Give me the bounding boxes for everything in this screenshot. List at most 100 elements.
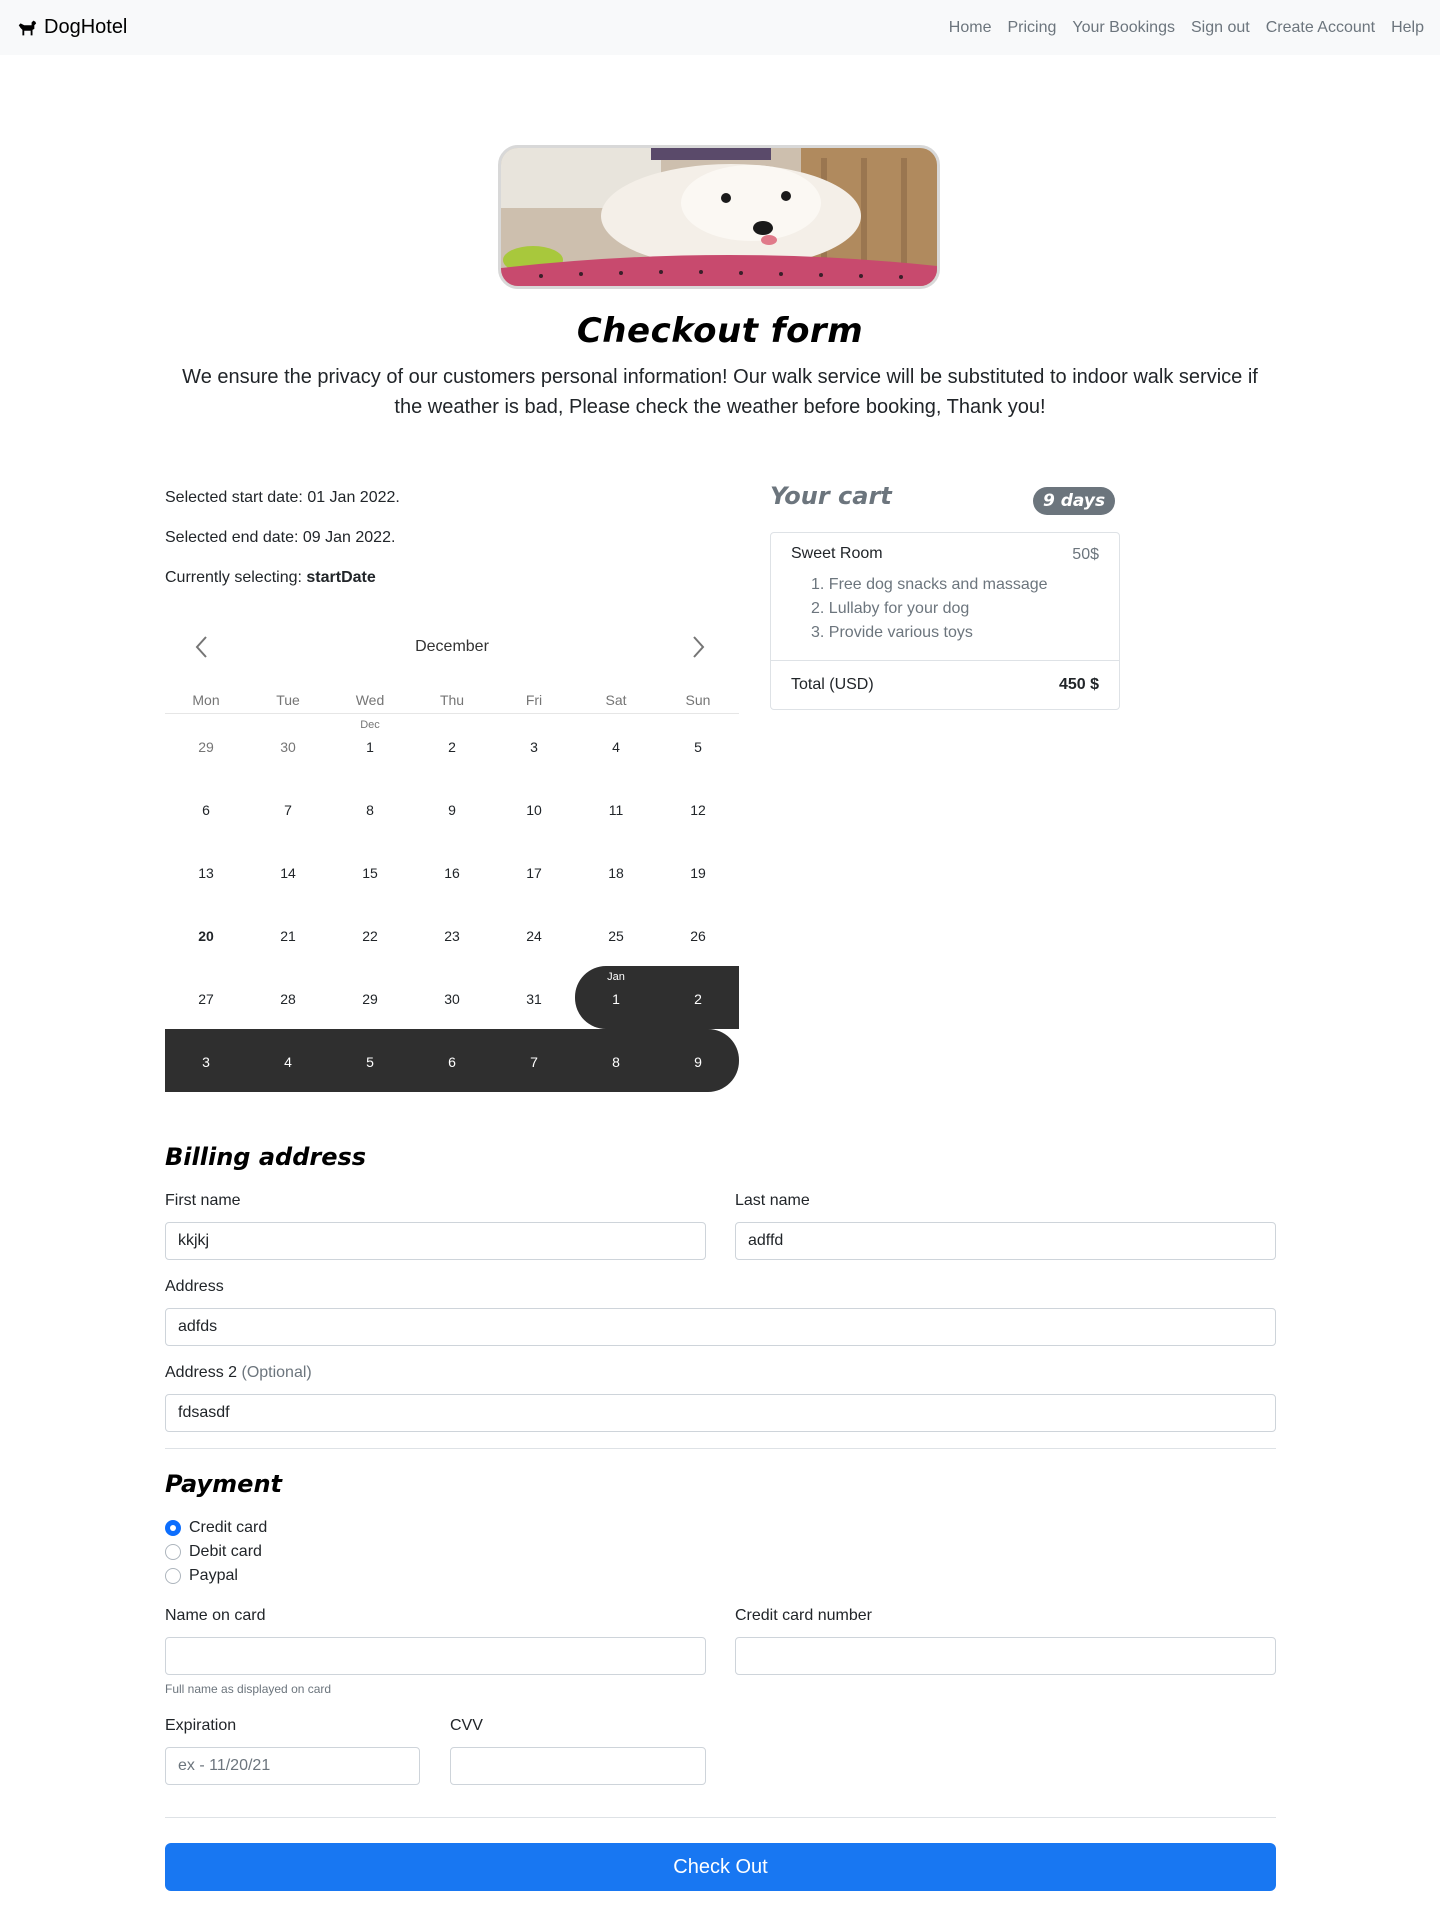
calendar-day[interactable]: 2 xyxy=(411,714,493,777)
payment-method-credit-card[interactable]: Credit card xyxy=(165,1519,267,1537)
date-range-calendar: December Mon Tue Wed Thu Fri Sat Sun 29 3… xyxy=(165,622,739,1092)
first-name-input[interactable] xyxy=(165,1222,706,1260)
calendar-day-number: 26 xyxy=(690,928,706,944)
calendar-day[interactable]: 22 xyxy=(329,903,411,966)
expiration-label: Expiration xyxy=(165,1717,237,1734)
payment-method-debit-card[interactable]: Debit card xyxy=(165,1543,262,1561)
cart-days-badge: 9 days xyxy=(1033,487,1116,515)
calendar-day[interactable]: 21 xyxy=(247,903,329,966)
weekday-label: Mon xyxy=(192,692,220,708)
calendar-day[interactable]: 6 xyxy=(411,1029,493,1092)
calendar-day[interactable]: 26 xyxy=(657,903,739,966)
calendar-day[interactable]: 4 xyxy=(575,714,657,777)
credit-card-number-input[interactable] xyxy=(735,1637,1276,1675)
calendar-day[interactable]: 29 xyxy=(329,966,411,1029)
calendar-day[interactable]: Dec 1 xyxy=(329,714,411,777)
calendar-day[interactable]: 18 xyxy=(575,840,657,903)
selected-start-date: Selected start date: 01 Jan 2022. xyxy=(165,489,400,507)
calendar-day[interactable]: 5 xyxy=(657,714,739,777)
navbar: DogHotel Home Pricing Your Bookings Sign… xyxy=(0,0,1440,55)
calendar-day[interactable]: 16 xyxy=(411,840,493,903)
expiration-input[interactable] xyxy=(165,1747,420,1785)
calendar-header: December xyxy=(165,622,739,672)
calendar-day[interactable]: 14 xyxy=(247,840,329,903)
calendar-day[interactable]: 28 xyxy=(247,966,329,1029)
nav-link-create-account[interactable]: Create Account xyxy=(1266,19,1375,37)
calendar-day[interactable]: 10 xyxy=(493,777,575,840)
calendar-day[interactable]: 17 xyxy=(493,840,575,903)
hero-dog-photo xyxy=(498,145,940,289)
nav-link-help[interactable]: Help xyxy=(1391,19,1424,37)
cart-item-price: 50$ xyxy=(1072,546,1099,563)
calendar-day[interactable]: 15 xyxy=(329,840,411,903)
checkout-button[interactable]: Check Out xyxy=(165,1843,1276,1891)
weekday-label: Tue xyxy=(276,692,300,708)
cvv-input[interactable] xyxy=(450,1747,706,1785)
calendar-day[interactable]: 8 xyxy=(575,1029,657,1092)
payment-method-paypal[interactable]: Paypal xyxy=(165,1567,238,1585)
nav-links: Home Pricing Your Bookings Sign out Crea… xyxy=(949,19,1424,37)
selecting-prefix: Currently selecting: xyxy=(165,569,307,586)
weekday-label: Sun xyxy=(685,692,711,708)
nav-link-pricing[interactable]: Pricing xyxy=(1007,19,1056,37)
calendar-day-number: 15 xyxy=(362,865,378,881)
nav-link-sign-out[interactable]: Sign out xyxy=(1191,19,1250,37)
address2-input[interactable] xyxy=(165,1394,1276,1432)
address-input[interactable] xyxy=(165,1308,1276,1346)
calendar-day-number: 2 xyxy=(694,991,702,1007)
calendar-day[interactable]: 13 xyxy=(165,840,247,903)
calendar-day[interactable]: 23 xyxy=(411,903,493,966)
dog-icon xyxy=(18,20,37,35)
brand-link[interactable]: DogHotel xyxy=(16,16,127,39)
calendar-day-number: 3 xyxy=(530,739,538,755)
calendar-day[interactable]: 30 xyxy=(411,966,493,1029)
weekday-label: Thu xyxy=(439,692,465,708)
selecting-value: startDate xyxy=(306,569,376,586)
last-name-label: Last name xyxy=(735,1192,810,1209)
page-lead-text: We ensure the privacy of our customers p… xyxy=(182,366,1258,418)
chevron-left-icon[interactable] xyxy=(189,634,215,660)
calendar-day[interactable]: 5 xyxy=(329,1029,411,1092)
calendar-day[interactable]: 25 xyxy=(575,903,657,966)
calendar-day[interactable]: 20 xyxy=(165,903,247,966)
name-on-card-input[interactable] xyxy=(165,1637,706,1675)
calendar-day[interactable]: 7 xyxy=(493,1029,575,1092)
last-name-input[interactable] xyxy=(735,1222,1276,1260)
radio-checked-icon[interactable] xyxy=(165,1520,181,1536)
calendar-day[interactable]: 9 xyxy=(657,1029,739,1092)
calendar-day[interactable]: 3 xyxy=(165,1029,247,1092)
calendar-day[interactable]: 24 xyxy=(493,903,575,966)
calendar-day[interactable]: 4 xyxy=(247,1029,329,1092)
calendar-day[interactable]: 19 xyxy=(657,840,739,903)
calendar-day-number: 18 xyxy=(608,865,624,881)
chevron-right-icon[interactable] xyxy=(685,634,711,660)
calendar-day-number: 4 xyxy=(612,739,620,755)
calendar-days-grid: 29 30 Dec 1 2 3 4 5 6 7 8 9 10 11 12 13 14 15 16 17 18 19 20 21… xyxy=(165,714,739,1092)
calendar-day-number: 1 xyxy=(366,739,374,755)
calendar-day[interactable]: 2 xyxy=(657,966,739,1029)
radio-unchecked-icon[interactable] xyxy=(165,1568,181,1584)
nav-link-your-bookings[interactable]: Your Bookings xyxy=(1072,19,1175,37)
calendar-day[interactable]: 7 xyxy=(247,777,329,840)
start-date-prefix: Selected start date: xyxy=(165,489,308,506)
calendar-day[interactable]: 6 xyxy=(165,777,247,840)
calendar-day[interactable]: 8 xyxy=(329,777,411,840)
first-name-label: First name xyxy=(165,1192,241,1209)
calendar-day[interactable]: 11 xyxy=(575,777,657,840)
calendar-day[interactable]: 30 xyxy=(247,714,329,777)
weekday-label: Fri xyxy=(525,692,543,708)
calendar-day[interactable]: 12 xyxy=(657,777,739,840)
calendar-day[interactable]: 27 xyxy=(165,966,247,1029)
calendar-day[interactable]: 9 xyxy=(411,777,493,840)
calendar-day[interactable]: Jan 1 xyxy=(575,966,657,1029)
calendar-day[interactable]: 29 xyxy=(165,714,247,777)
divider xyxy=(165,1817,1276,1818)
cart-feature-item: 3. Provide various toys xyxy=(811,624,973,641)
calendar-day[interactable]: 31 xyxy=(493,966,575,1029)
calendar-day-number: 1 xyxy=(612,991,620,1007)
calendar-day-number: 2 xyxy=(448,739,456,755)
calendar-day-number: 10 xyxy=(526,802,542,818)
radio-unchecked-icon[interactable] xyxy=(165,1544,181,1560)
calendar-day[interactable]: 3 xyxy=(493,714,575,777)
nav-link-home[interactable]: Home xyxy=(949,19,992,37)
